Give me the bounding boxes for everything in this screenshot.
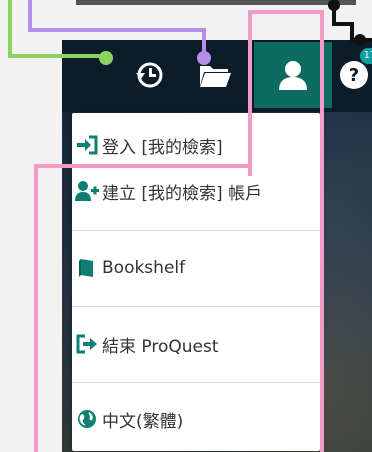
annotation-overlay (8, 0, 372, 452)
annotation-line-black (332, 4, 372, 42)
annotation-dot-black (328, 0, 340, 11)
annotation-line-purple (28, 0, 206, 58)
annotation-dot-green (99, 51, 113, 65)
annotation-line-pink (34, 164, 250, 452)
annotation-dot-black (354, 34, 366, 46)
annotation-frame-pink (248, 10, 324, 452)
annotation-dot-purple (197, 51, 211, 65)
